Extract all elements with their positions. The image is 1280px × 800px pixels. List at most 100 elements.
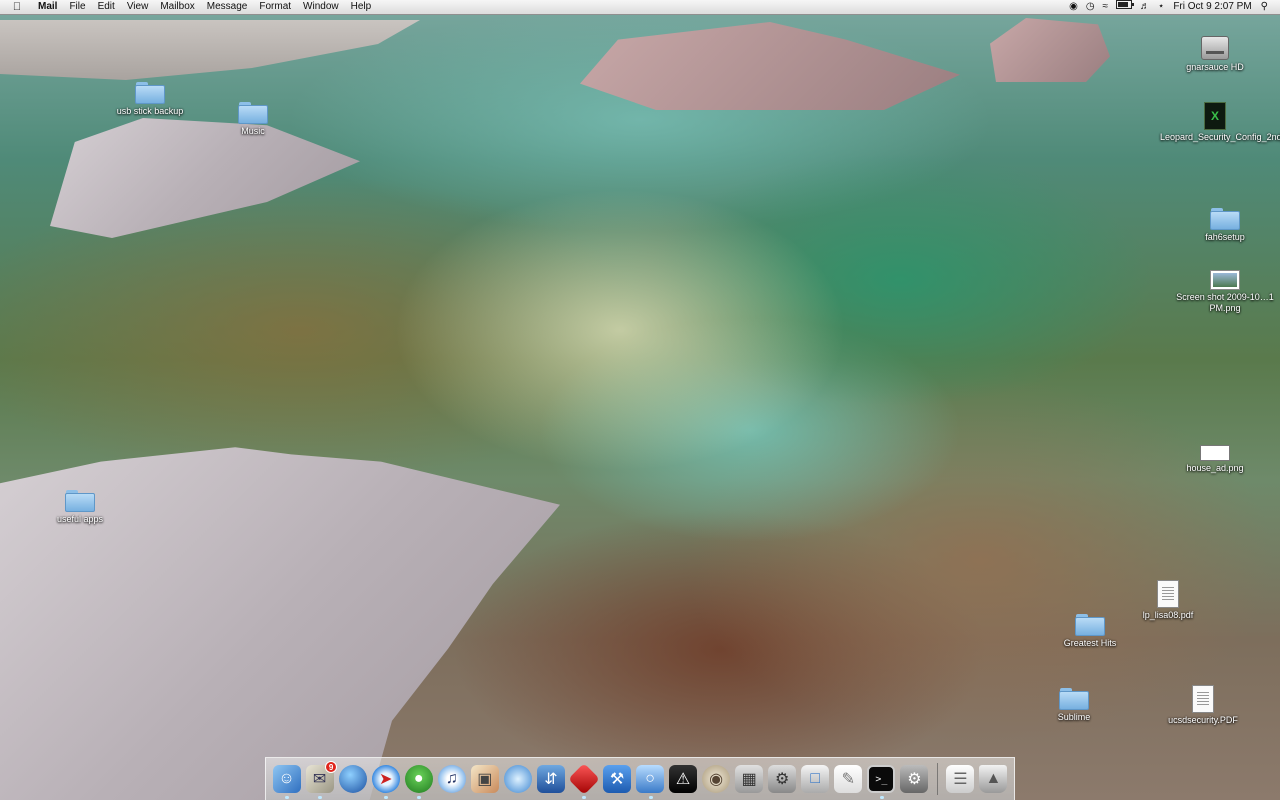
desktop-icon-label: Screen shot 2009-10…1 PM.png [1176,292,1274,313]
desktop-icon-label: Sublime [1057,712,1091,722]
safari-icon: ➤ [371,765,400,793]
dock-network[interactable] [503,764,532,794]
desktop-icon-label: Greatest Hits [1063,638,1117,648]
desktop-folder-sublime[interactable]: Sublime [1019,688,1129,723]
desktop-folder-fah6setup[interactable]: fah6setup [1170,208,1280,243]
network-icon [503,765,532,793]
battery-level-fill [1118,2,1129,7]
dock-trash[interactable]: ▲ [979,764,1008,794]
iphoto-icon: ▣ [470,765,499,793]
dock: ☺ ✉ 9 ➤ ● ♫ ▣ ⇵ ⚒ ○ ⚠ ◉ ▦ ⚙ □ ✎ >_ ⚙ ☰ ▲ [265,757,1015,800]
menu-view[interactable]: View [121,0,155,14]
wallpaper-rock [580,22,960,110]
desktop-folder-usb-stick-backup[interactable]: usb stick backup [95,82,205,117]
terminal-icon: >_ [867,765,896,793]
menu-format[interactable]: Format [253,0,297,14]
itunes-icon: ♫ [437,765,466,793]
dock-cheese[interactable]: ◉ [702,764,731,794]
dock-console[interactable]: ⚠ [669,764,698,794]
wifi-icon[interactable]: ≈ [1099,0,1113,14]
menu-bar:  Mail File Edit View Mailbox Message Fo… [0,0,1280,15]
display-icon: □ [801,765,830,793]
desktop-wallpaper [0,0,1280,800]
volume-icon[interactable]: ♬ [1136,0,1154,14]
dock-system-preferences[interactable]: ⚙ [900,764,929,794]
menu-window[interactable]: Window [297,0,345,14]
red-cube-icon [568,763,600,795]
desktop-icon-label: fah6setup [1205,232,1245,242]
menu-app-mail[interactable]: Mail [32,0,63,14]
desktop-icon-label: gnarsauce HD [1186,62,1244,72]
spotlight-icon[interactable]: ⚲ [1257,0,1272,14]
desktop-file-ucsdsecurity-pdf[interactable]: ucsdsecurity.PDF [1148,685,1258,726]
dock-finder[interactable]: ☺ [272,764,301,799]
pdf-icon [1157,580,1179,608]
menu-help[interactable]: Help [345,0,378,14]
pdf-icon [1192,685,1214,713]
dock-separator [936,763,938,795]
xcode-icon: ⚒ [602,765,631,793]
dock-textedit[interactable]: ✎ [834,764,863,794]
desktop-folder-greatest-hits[interactable]: Greatest Hits [1035,614,1145,649]
dock-adium[interactable]: ● [404,764,433,799]
desktop-icon-label: usb stick backup [116,106,184,116]
wallpaper-rock [0,20,420,80]
dock-calculator[interactable]: ▦ [735,764,764,794]
menu-file[interactable]: File [63,0,91,14]
desktop-icon-label: house_ad.png [1186,463,1244,473]
folder-icon [65,490,95,512]
textedit-icon: ✎ [834,765,863,793]
apple-icon[interactable]:  [10,0,24,14]
adium-icon: ● [404,765,433,793]
folder-icon [135,82,165,104]
disk-utility-icon: ⚙ [768,765,797,793]
documents-stack-icon: ☰ [946,765,975,793]
wallpaper-rock [990,18,1110,82]
dock-red-cube[interactable] [568,763,600,799]
network-globe-icon [338,765,367,793]
image-icon [1210,270,1240,290]
console-icon: ⚠ [669,765,698,793]
desktop-icon-label: Leopard_Security_Config_2nd_Ed.pdf [1160,132,1280,142]
dock-ftp[interactable]: ⇵ [536,764,565,794]
folder-icon [1075,614,1105,636]
desktop-file-screen-shot-png[interactable]: Screen shot 2009-10…1 PM.png [1170,270,1280,314]
calculator-icon: ▦ [735,765,764,793]
desktop-file-leopard-security-pdf[interactable]: Leopard_Security_Config_2nd_Ed.pdf [1160,102,1280,143]
mail-unread-badge: 9 [325,761,338,773]
desktop-icon-label: ucsdsecurity.PDF [1168,715,1238,725]
folder-icon [1059,688,1089,710]
menu-clock[interactable]: Fri Oct 9 2:07 PM [1168,0,1256,14]
dock-itunes[interactable]: ♫ [437,764,466,794]
dock-terminal[interactable]: >_ [867,764,896,799]
dock-iphoto[interactable]: ▣ [470,764,499,794]
menu-mailbox[interactable]: Mailbox [154,0,200,14]
dock-preview[interactable]: ○ [636,764,665,799]
ftp-icon: ⇵ [536,765,565,793]
time-machine-icon[interactable]: ◷ [1082,0,1099,14]
dock-network-globe[interactable] [338,764,367,794]
finder-icon: ☺ [272,765,301,793]
dock-mail[interactable]: ✉ 9 [305,761,338,799]
desktop-disk-gnarsauce-hd[interactable]: gnarsauce HD [1160,36,1270,73]
dock-safari[interactable]: ➤ [371,764,400,799]
desktop-folder-music[interactable]: Music [198,102,308,137]
dock-display[interactable]: □ [801,764,830,794]
desktop-file-house-ad-png[interactable]: house_ad.png [1160,445,1270,474]
system-preferences-icon: ⚙ [900,765,929,793]
battery-icon[interactable] [1112,0,1136,14]
menu-edit[interactable]: Edit [92,0,121,14]
menu-message[interactable]: Message [201,0,254,14]
dock-disk-utility[interactable]: ⚙ [768,764,797,794]
folder-icon [1210,208,1240,230]
desktop-folder-useful-apps[interactable]: useful apps [25,490,135,525]
hard-disk-icon [1201,36,1229,60]
bluetooth-icon[interactable]: ⋆ [1154,0,1168,14]
dock-xcode[interactable]: ⚒ [602,764,631,794]
dock-documents-stack[interactable]: ☰ [946,764,975,794]
desktop-icon-label: useful apps [56,514,104,524]
spy-icon[interactable]: ◉ [1065,0,1082,14]
menu-extras: ◉ ◷ ≈ ♬ ⋆ Fri Oct 9 2:07 PM ⚲ [1065,0,1280,14]
image-icon [1200,445,1230,461]
cheese-icon: ◉ [702,765,731,793]
